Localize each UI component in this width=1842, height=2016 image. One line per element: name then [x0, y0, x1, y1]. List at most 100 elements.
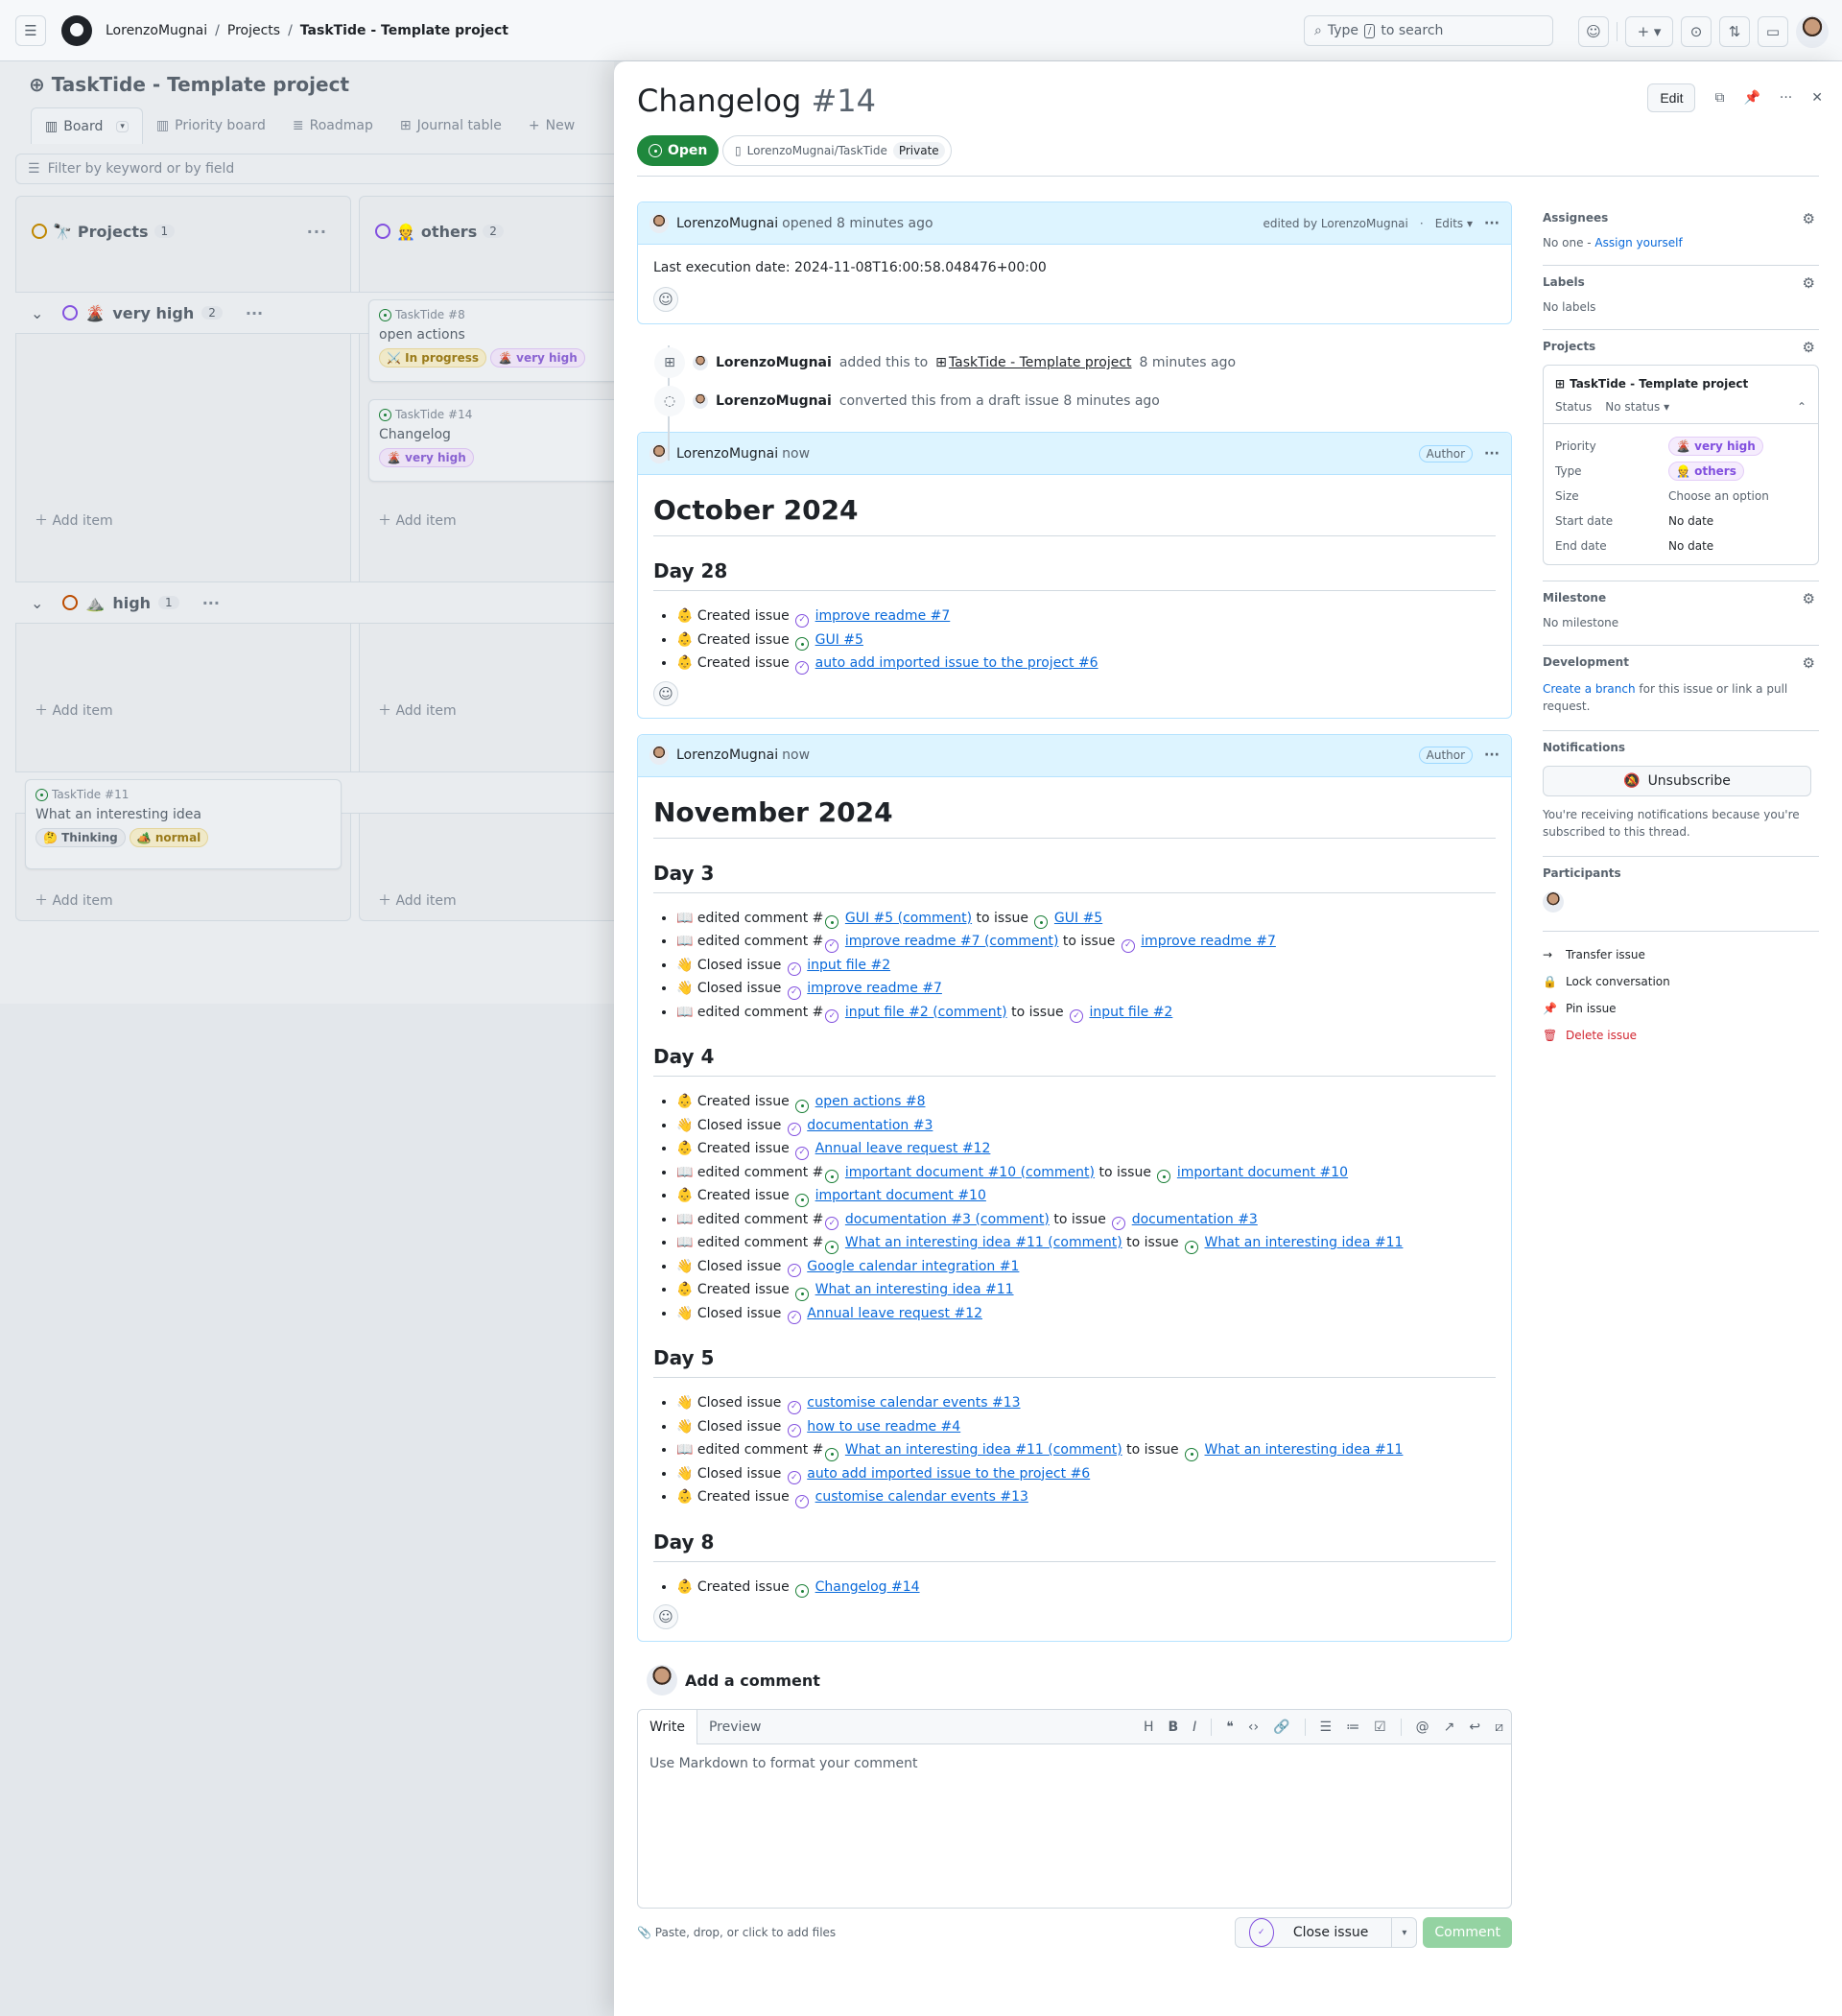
unsubscribe-button[interactable]: 🔕 Unsubscribe: [1543, 766, 1811, 796]
issue-link[interactable]: Changelog #14: [815, 1579, 920, 1595]
card-title[interactable]: open actions: [379, 327, 614, 343]
avatar[interactable]: [693, 355, 708, 370]
card-title[interactable]: What an interesting idea: [35, 807, 331, 822]
github-logo[interactable]: [61, 14, 92, 46]
comment-author[interactable]: LorenzoMugnai: [676, 216, 778, 231]
project-field[interactable]: Type 👷 others: [1555, 459, 1807, 484]
avatar[interactable]: [649, 746, 669, 765]
issue-link[interactable]: improve readme #7 (comment): [845, 934, 1059, 949]
issue-link[interactable]: improve readme #7: [1141, 934, 1276, 949]
status-dropdown[interactable]: No status ▾: [1605, 400, 1669, 414]
event-actor[interactable]: LorenzoMugnai: [716, 393, 832, 409]
tab-journal-table[interactable]: ⊞ Journal table: [387, 107, 515, 144]
lock-conversation-action[interactable]: 🔒 Lock conversation: [1543, 968, 1819, 995]
gear-icon[interactable]: ⚙: [1803, 210, 1815, 227]
comment-menu-icon[interactable]: ···: [1484, 446, 1500, 462]
gear-icon[interactable]: ⚙: [1803, 274, 1815, 292]
tab-roadmap[interactable]: ≣ Roadmap: [279, 107, 387, 144]
avatar[interactable]: [649, 443, 669, 463]
issue-link[interactable]: What an interesting idea #11: [815, 1282, 1014, 1297]
issue-link[interactable]: What an interesting idea #11 (comment): [845, 1235, 1122, 1250]
gear-icon[interactable]: ⚙: [1803, 590, 1815, 607]
avatar[interactable]: [649, 213, 669, 233]
reply-icon[interactable]: ↩: [1469, 1720, 1480, 1735]
issue-link[interactable]: auto add imported issue to the project #…: [807, 1466, 1090, 1482]
issues-icon[interactable]: ⊙: [1681, 16, 1712, 47]
card-title[interactable]: Changelog: [379, 427, 614, 442]
slash-command-icon[interactable]: ⧄: [1495, 1720, 1503, 1735]
pin-issue-action[interactable]: 📌 Pin issue: [1543, 995, 1819, 1022]
tab-board[interactable]: ▥ Board ▾: [31, 107, 143, 144]
add-item-button[interactable]: ＋ Add item: [35, 510, 113, 530]
comment-author[interactable]: LorenzoMugnai: [676, 446, 778, 462]
quote-icon[interactable]: ❝: [1226, 1720, 1234, 1735]
project-link[interactable]: TaskTide - Template project: [949, 355, 1132, 370]
issue-link[interactable]: how to use readme #4: [807, 1419, 960, 1435]
italic-icon[interactable]: I: [1193, 1720, 1196, 1735]
avatar[interactable]: [693, 393, 708, 409]
comment-menu-icon[interactable]: ···: [1484, 216, 1500, 231]
pin-icon[interactable]: 📌: [1743, 90, 1759, 106]
tab-priority-board[interactable]: ▥ Priority board: [143, 107, 279, 144]
project-name[interactable]: TaskTide - Template project: [1570, 377, 1748, 391]
gear-icon[interactable]: ⚙: [1803, 654, 1815, 672]
breadcrumb-owner[interactable]: LorenzoMugnai: [106, 23, 207, 38]
add-reaction-icon[interactable]: ☺: [653, 680, 678, 706]
issue-link[interactable]: GUI #5 (comment): [845, 911, 972, 926]
comment-menu-icon[interactable]: ···: [1484, 747, 1500, 763]
chevron-up-icon[interactable]: ⌃: [1797, 400, 1807, 414]
project-field[interactable]: Priority 🌋 very high: [1555, 434, 1807, 459]
comment-author[interactable]: LorenzoMugnai: [676, 747, 778, 763]
add-reaction-icon[interactable]: ☺: [653, 1604, 678, 1629]
add-reaction-icon[interactable]: ☺: [653, 287, 678, 312]
repo-badge[interactable]: ▯ LorenzoMugnai/TaskTide Private: [722, 135, 952, 166]
link-icon[interactable]: 🔗: [1273, 1720, 1289, 1735]
add-item-button[interactable]: ＋ Add item: [378, 510, 457, 530]
tab-preview[interactable]: Preview: [697, 1710, 773, 1743]
chevron-down-icon[interactable]: ⌄: [31, 594, 43, 612]
column-menu-icon[interactable]: ···: [307, 223, 327, 241]
menu-icon[interactable]: ☰: [15, 14, 46, 46]
group-menu-icon[interactable]: ···: [202, 594, 220, 612]
heading-icon[interactable]: H: [1144, 1720, 1154, 1735]
group-menu-icon[interactable]: ···: [246, 304, 263, 322]
delete-issue-action[interactable]: 🗑 Delete issue: [1543, 1022, 1819, 1049]
issue-link[interactable]: important document #10: [1177, 1165, 1348, 1180]
reference-icon[interactable]: ↗: [1444, 1720, 1455, 1735]
tab-write[interactable]: Write: [638, 1710, 697, 1744]
pull-requests-icon[interactable]: ⇅: [1719, 16, 1750, 47]
mention-icon[interactable]: @: [1416, 1720, 1429, 1735]
issue-link[interactable]: What an interesting idea #11: [1205, 1235, 1404, 1250]
issue-link[interactable]: important document #10 (comment): [845, 1165, 1095, 1180]
issue-link[interactable]: What an interesting idea #11: [1205, 1442, 1404, 1458]
issue-link[interactable]: input file #2: [1089, 1005, 1172, 1020]
issue-link[interactable]: documentation #3: [807, 1118, 933, 1133]
issue-link[interactable]: Google calendar integration #1: [807, 1259, 1019, 1274]
project-field[interactable]: Size Choose an option: [1555, 484, 1807, 509]
issue-link[interactable]: Annual leave request #12: [815, 1141, 991, 1156]
bold-icon[interactable]: B: [1169, 1720, 1179, 1735]
add-item-button[interactable]: ＋ Add item: [35, 890, 113, 910]
assign-yourself-link[interactable]: Assign yourself: [1594, 236, 1682, 249]
close-icon[interactable]: ✕: [1811, 90, 1823, 106]
more-options-icon[interactable]: ···: [1780, 90, 1792, 106]
attach-files[interactable]: 📎 Paste, drop, or click to add files: [637, 1926, 836, 1939]
issue-link[interactable]: customise calendar events #13: [807, 1395, 1020, 1411]
chevron-down-icon[interactable]: ⌄: [31, 304, 43, 322]
issue-link[interactable]: important document #10: [815, 1188, 986, 1203]
code-icon[interactable]: ‹›: [1248, 1720, 1259, 1735]
gear-icon[interactable]: ⚙: [1803, 339, 1815, 356]
chevron-down-icon[interactable]: ▾: [1391, 1918, 1416, 1947]
board-card[interactable]: TaskTide #8 open actions ⚔️ In progress 🌋…: [368, 299, 614, 382]
board-card[interactable]: TaskTide #14 Changelog 🌋 very high: [368, 399, 614, 482]
copy-link-icon[interactable]: ⧉: [1714, 90, 1724, 106]
issue-link[interactable]: open actions #8: [815, 1094, 926, 1109]
add-item-button[interactable]: ＋ Add item: [35, 700, 113, 720]
issue-link[interactable]: GUI #5: [1054, 911, 1102, 926]
comment-button[interactable]: Comment: [1423, 1917, 1512, 1948]
issue-link[interactable]: What an interesting idea #11 (comment): [845, 1442, 1122, 1458]
breadcrumb-projects[interactable]: Projects: [227, 23, 280, 38]
add-item-button[interactable]: ＋ Add item: [378, 700, 457, 720]
breadcrumb-current[interactable]: TaskTide - Template project: [300, 23, 508, 38]
inbox-icon[interactable]: ▭: [1758, 16, 1788, 47]
